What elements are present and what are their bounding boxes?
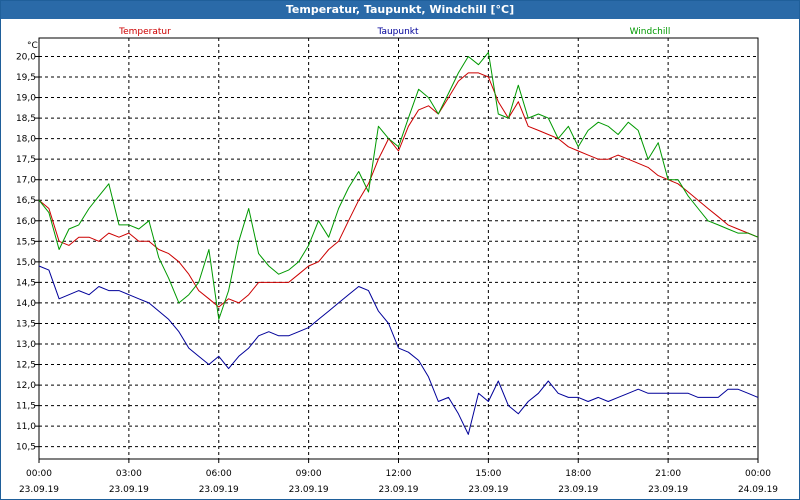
y-tick-label: 17,0 — [16, 176, 36, 186]
x-tick-label-time: 00:00 — [745, 469, 771, 479]
x-tick-label-date: 23.09.19 — [468, 485, 508, 495]
y-tick-label: 16,5 — [16, 196, 36, 206]
y-tick-label: 16,0 — [16, 217, 36, 227]
y-tick-label: 15,0 — [16, 258, 36, 268]
x-tick-label-time: 18:00 — [565, 469, 591, 479]
grid — [39, 38, 758, 459]
x-tick-label-time: 12:00 — [386, 469, 412, 479]
y-tick-label: 14,0 — [16, 299, 36, 309]
y-tick-label: 12,5 — [16, 361, 36, 371]
y-tick-label: 19,0 — [16, 94, 36, 104]
y-tick-label: 14,5 — [16, 278, 36, 288]
x-tick-label-date: 23.09.19 — [648, 485, 688, 495]
y-tick-label: 13,0 — [16, 340, 36, 350]
y-tick-label: 13,5 — [16, 319, 36, 329]
x-tick-label-time: 21:00 — [655, 469, 681, 479]
y-tick-label: 11,5 — [16, 402, 36, 412]
y-tick-label: 20,0 — [16, 52, 36, 62]
y-unit-label: °C — [27, 41, 38, 51]
y-tick-label: 18,5 — [16, 114, 36, 124]
x-tick-label-time: 00:00 — [26, 469, 52, 479]
y-tick-label: 15,5 — [16, 237, 36, 247]
y-tick-label: 18,0 — [16, 135, 36, 145]
y-tick-label: 11,0 — [16, 422, 36, 432]
x-tick-label-time: 06:00 — [206, 469, 232, 479]
x-tick-label-date: 23.09.19 — [109, 485, 149, 495]
x-tick-label-date: 23.09.19 — [199, 485, 239, 495]
legend-taupunkt: Taupunkt — [376, 27, 419, 37]
legend-windchill: Windchill — [630, 27, 671, 37]
legend: Temperatur Taupunkt Windchill — [118, 27, 670, 37]
legend-temperatur: Temperatur — [118, 27, 171, 37]
y-tick-label: 12,0 — [16, 381, 36, 391]
x-tick-label-date: 23.09.19 — [558, 485, 598, 495]
x-tick-label-time: 15:00 — [475, 469, 501, 479]
x-tick-label-date: 23.09.19 — [19, 485, 59, 495]
x-tick-label-date: 23.09.19 — [289, 485, 329, 495]
x-tick-label-time: 03:00 — [116, 469, 142, 479]
y-tick-label: 19,5 — [16, 73, 36, 83]
chart-canvas: 10,5 11,0 11,5 12,0 12,5 13,0 13,5 14,0 14,5 15,0… — [16, 27, 778, 495]
y-tick-label: 17,5 — [16, 155, 36, 165]
x-tick-label-date: 23.09.19 — [378, 485, 418, 495]
x-tick-label-time: 09:00 — [296, 469, 322, 479]
y-tick-label: 10,5 — [16, 443, 36, 453]
x-tick-label-date: 24.09.19 — [738, 485, 778, 495]
